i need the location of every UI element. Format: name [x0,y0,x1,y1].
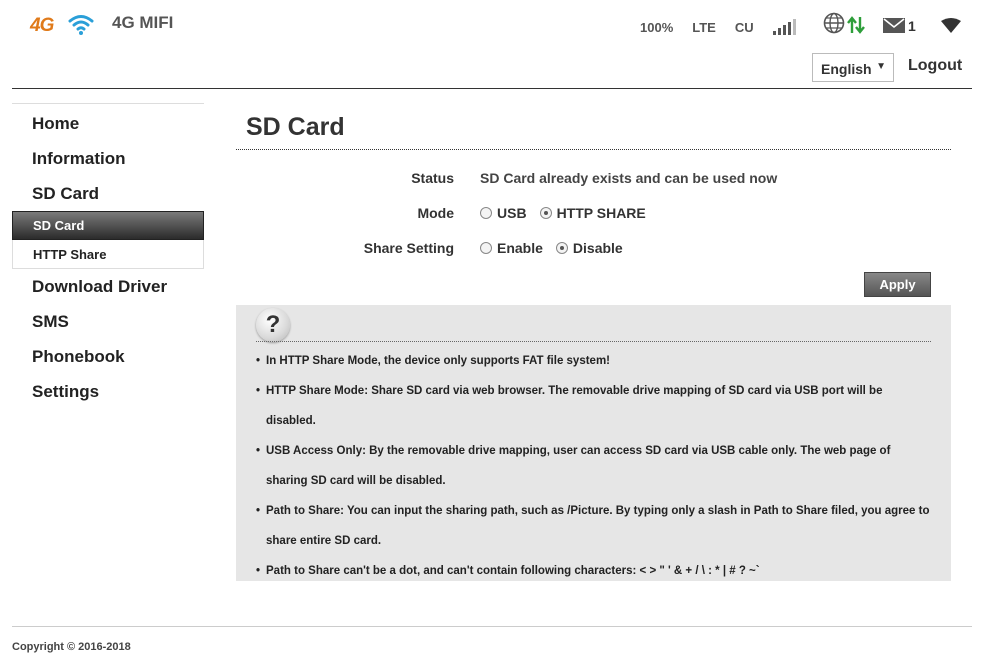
help-question-icon: ? [256,308,290,342]
language-select[interactable]: English ▼ [812,53,894,82]
main-content: SD Card Status SD Card already exists an… [236,103,951,586]
sidebar-nav: Home Information SD Card SD Card HTTP Sh… [12,103,204,409]
globe-icon [823,12,845,34]
sidebar-item-settings[interactable]: Settings [12,374,204,409]
mail-icon[interactable] [883,18,905,33]
share-option-enable[interactable]: Enable [480,240,543,256]
carrier-name: CU [734,19,754,35]
sidebar-item-information[interactable]: Information [12,141,204,176]
mode-usb-radio[interactable] [480,207,492,219]
apply-button[interactable]: Apply [864,272,931,297]
sidebar-item-phonebook[interactable]: Phonebook [12,339,204,374]
mode-usb-label: USB [497,205,527,221]
data-transfer-icon [847,16,865,34]
share-enable-radio[interactable] [480,242,492,254]
logout-link[interactable]: Logout [908,57,962,75]
signal-bars-icon [772,19,798,35]
copyright-text: Copyright © 2016-2018 [12,641,131,653]
share-radio-group: Enable Disable [480,240,636,256]
mode-option-http-share[interactable]: HTTP SHARE [539,205,646,221]
4g-wifi-logo: 4G [30,12,94,38]
status-label: Status [411,170,454,186]
sidebar-item-sms[interactable]: SMS [12,304,204,339]
share-disable-label: Disable [572,240,623,256]
logo-4g-text: 4G [30,15,54,36]
help-divider [256,341,931,342]
mode-option-usb[interactable]: USB [480,205,527,221]
share-option-disable[interactable]: Disable [555,240,623,256]
sidebar-subitem-http-share[interactable]: HTTP Share [12,240,204,269]
message-count: 1 [908,18,916,34]
wifi-icon [941,18,961,33]
sidebar-item-download-driver[interactable]: Download Driver [12,269,204,304]
device-name: 4G MIFI [112,13,174,32]
mode-http-share-radio[interactable] [539,207,552,219]
share-setting-label: Share Setting [363,240,454,256]
help-item: USB Access Only: By the removable drive … [256,436,931,496]
sidebar-item-home[interactable]: Home [12,106,204,141]
dropdown-caret-icon: ▼ [876,61,886,72]
help-item: Path to Share: You can input the sharing… [256,496,931,556]
help-item: Path to Share can't be a dot, and can't … [256,556,931,586]
mode-row: Mode USB HTTP SHARE [236,205,951,225]
mode-label: Mode [417,205,454,221]
sidebar-subitem-sd-card[interactable]: SD Card [12,211,204,240]
page-title: SD Card [246,113,345,141]
title-divider [236,149,951,150]
status-row: Status SD Card already exists and can be… [236,170,951,190]
share-enable-label: Enable [497,240,543,256]
help-panel: ? In HTTP Share Mode, the device only su… [236,305,951,586]
battery-level: 100% [640,19,674,35]
wifi-logo-icon [68,15,94,35]
mode-http-share-label: HTTP SHARE [556,205,646,221]
help-item: HTTP Share Mode: Share SD card via web b… [256,376,931,436]
footer-divider [12,626,972,627]
status-bar: 100% LTE CU [640,16,820,38]
help-item: In HTTP Share Mode, the device only supp… [256,346,931,376]
share-setting-row: Share Setting Enable Disable [236,240,951,260]
sidebar-item-sd-card[interactable]: SD Card [12,176,204,211]
language-value: English [821,61,872,77]
mode-radio-group: USB HTTP SHARE [480,205,659,221]
header: 4G 4G MIFI 100% LTE CU 1 English ▼ Logou… [0,0,991,90]
header-divider [12,88,972,89]
share-disable-radio[interactable] [555,242,568,254]
status-value: SD Card already exists and can be used n… [480,170,778,186]
help-list: In HTTP Share Mode, the device only supp… [256,346,931,586]
network-type: LTE [692,19,716,35]
